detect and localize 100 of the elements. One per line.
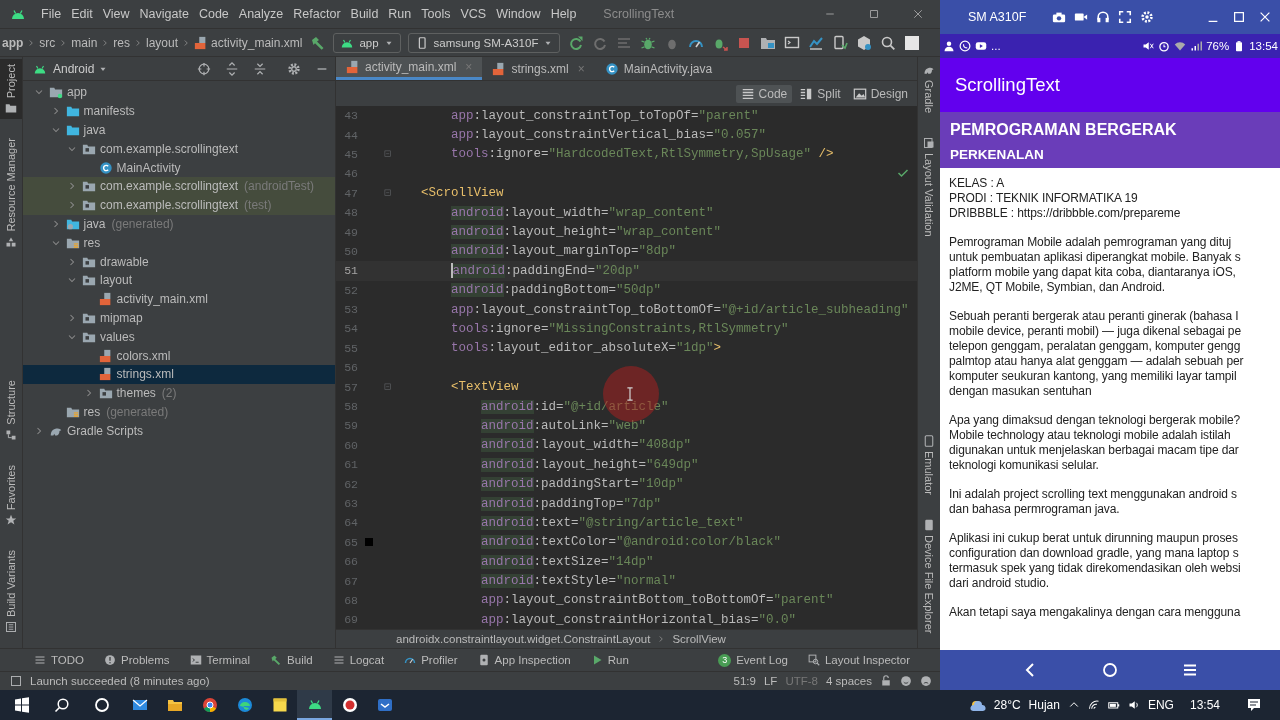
menu-item[interactable]: Window [491,7,546,21]
status-item[interactable]: 51:9 [733,675,756,687]
tool-window-button[interactable]: 3 Event Log [718,653,788,667]
editor-tab[interactable]: strings.xml × [482,57,595,80]
menu-item[interactable]: Code [193,7,234,21]
tree-item[interactable]: com.example.scrollingtext (androidTest) [23,177,335,196]
tool-window-button[interactable]: App Inspection [477,654,571,666]
menu-item[interactable]: View [97,7,135,21]
breadcrumb[interactable]: res [113,35,131,50]
target-icon[interactable] [197,61,211,76]
tree-item[interactable]: java [23,120,335,140]
breadcrumb[interactable]: ScrollView [672,633,726,645]
view-mode-button[interactable]: Code [735,84,793,103]
menu-item[interactable]: Build [345,7,384,21]
view-selector[interactable]: Android [53,61,95,76]
tree-item[interactable]: java (generated) [23,214,335,234]
temperature[interactable]: 28°C [993,698,1021,712]
monitor-icon[interactable] [784,34,801,51]
panel-icon[interactable] [10,675,22,687]
fullscreen-icon[interactable] [1118,10,1133,24]
breadcrumb[interactable]: androidx.constraintlayout.widget.ConstraintLayout [396,633,651,645]
camera-icon[interactable] [1052,10,1067,24]
editor-tab[interactable]: activity_main.xml × [336,57,483,80]
tool-window-tab[interactable]: Gradle [918,59,940,119]
language[interactable]: ENG [1147,698,1174,712]
headphones-icon[interactable] [1096,10,1111,24]
collapse-icon[interactable] [253,61,267,76]
home-icon[interactable] [1102,662,1118,678]
phone-icon[interactable] [832,34,849,51]
start-icon[interactable] [14,697,30,713]
avatar-icon[interactable] [904,34,921,51]
tree-item[interactable]: mipmap [23,308,335,328]
maximize-icon[interactable] [868,8,880,20]
tree-item[interactable]: values [23,327,335,347]
tool-window-tab[interactable]: Emulator [918,429,940,500]
tool-window-button[interactable]: TODO [34,654,84,666]
menu-item[interactable]: File [36,7,67,21]
menu-item[interactable]: Refactor [288,7,346,21]
breadcrumb[interactable]: src [39,35,56,50]
notification-icon[interactable] [1246,697,1262,713]
maximize-icon[interactable] [1232,10,1246,24]
circle-icon[interactable] [94,697,110,713]
editor-tab[interactable]: MainActivity.java [594,57,723,80]
tree-item[interactable]: themes (2) [23,383,335,403]
tool-window-button[interactable]: Build [270,654,313,666]
settings-icon[interactable] [287,61,301,76]
menu-item[interactable]: Analyze [233,7,289,21]
battery-icon[interactable] [1107,699,1120,711]
tool-window-button[interactable]: Terminal [189,654,251,666]
tool-window-button[interactable]: Run [590,654,629,666]
run-config-dropdown[interactable]: app [333,32,401,53]
tree-item[interactable]: res (generated) [23,402,335,422]
device-dropdown[interactable]: samsung SM-A310F [407,32,561,53]
menu-item[interactable]: Tools [416,7,456,21]
tree-item[interactable]: Gradle Scripts [23,421,335,441]
close-icon[interactable] [912,8,924,20]
menu-item[interactable]: Edit [66,7,98,21]
view-mode-button[interactable]: Split [794,84,846,103]
clock[interactable]: 13:54 [1189,698,1220,712]
tool-window-tab[interactable]: Project [0,59,22,120]
tree-item[interactable]: drawable [23,252,335,271]
status-item[interactable]: LF [763,675,778,687]
taskbar-button[interactable] [297,690,332,720]
tool-window-tab[interactable]: Favorites [0,459,22,531]
smile-icon[interactable] [900,675,912,687]
menu-icon[interactable] [1182,662,1198,678]
tree-item[interactable]: MainActivity [23,158,335,177]
expand-icon[interactable] [225,61,239,76]
cube-icon[interactable] [856,34,873,51]
menu-item[interactable]: Help [545,7,582,21]
tree-item[interactable]: strings.xml [23,364,335,384]
tree-item[interactable]: res [23,233,335,253]
tree-item[interactable]: activity_main.xml [23,289,335,309]
search-icon[interactable] [880,34,897,51]
breadcrumb[interactable]: layout [146,35,179,50]
tool-window-tab[interactable]: Layout Validation [918,132,940,242]
menu-item[interactable]: Navigate [134,7,194,21]
lock-icon[interactable] [880,675,892,687]
tool-window-tab[interactable]: Device File Explorer [918,513,940,638]
tree-item[interactable]: colors.xml [23,346,335,365]
tree-item[interactable]: layout [23,270,335,290]
tree-item[interactable]: com.example.scrollingtext [23,139,335,159]
tool-window-button[interactable]: Profiler [404,654,458,666]
wifi-icon[interactable] [1087,699,1100,711]
breadcrumb[interactable]: main [71,35,98,50]
tool-window-tab[interactable]: Build Variants [0,544,22,638]
search-icon[interactable] [54,697,70,713]
refresh-icon[interactable] [568,34,585,51]
breadcrumb[interactable]: app [2,35,24,50]
status-item[interactable]: 4 spaces [825,675,872,687]
view-mode-button[interactable]: Design [847,84,913,103]
tool-window-tab[interactable]: Structure [0,375,22,446]
frown-icon[interactable] [920,675,932,687]
tree-item[interactable]: app [23,83,335,102]
close-icon[interactable] [1258,10,1272,24]
tool-window-button[interactable]: Layout Inspector [807,654,910,666]
tree-item[interactable]: manifests [23,101,335,121]
tool-window-button[interactable]: Logcat [332,654,385,666]
weather-condition[interactable]: Hujan [1028,698,1060,712]
tool-window-tab[interactable]: Resource Manager [0,133,22,253]
